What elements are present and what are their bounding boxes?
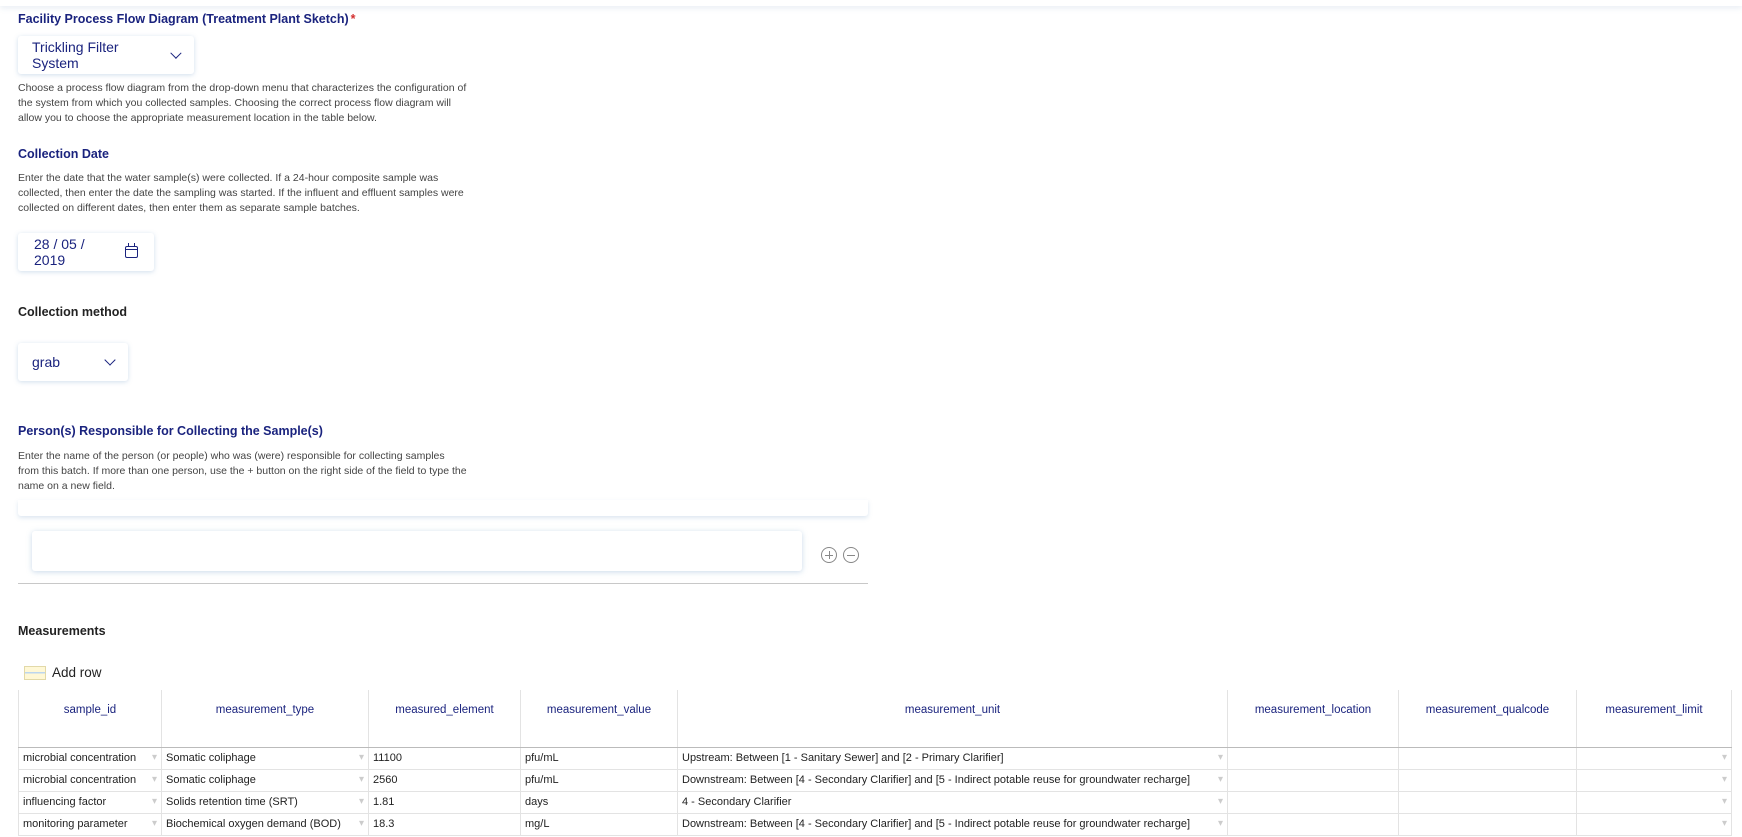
collection-date-label: Collection Date xyxy=(18,147,109,161)
cell-measurement-qualcode[interactable] xyxy=(1398,790,1577,814)
collection-date-help: Enter the date that the water sample(s) … xyxy=(18,172,464,214)
flow-diagram-select[interactable]: Trickling Filter System xyxy=(18,36,194,74)
chevron-down-icon xyxy=(104,354,116,366)
persons-panel xyxy=(18,500,868,584)
cell-measurement-value[interactable]: pfu/mL xyxy=(520,746,678,770)
required-mark: * xyxy=(350,12,356,26)
cell-measured-element[interactable]: 11100 xyxy=(368,746,521,770)
cell-measured-element[interactable]: 2560 xyxy=(368,768,521,792)
cell-measurement-location[interactable] xyxy=(1227,790,1399,814)
cell-measurement-value[interactable]: mg/L xyxy=(520,812,678,836)
remove-person-button[interactable] xyxy=(843,547,859,563)
cell-measurement-qualcode[interactable] xyxy=(1398,768,1577,792)
chevron-down-icon xyxy=(170,47,182,59)
cell-measurement-limit[interactable] xyxy=(1576,746,1732,770)
add-row-label: Add row xyxy=(52,665,102,680)
table-add-icon xyxy=(24,665,46,680)
column-header[interactable]: measurement_qualcode xyxy=(1398,690,1577,748)
cell-measurement-qualcode[interactable] xyxy=(1398,746,1577,770)
column-header[interactable]: measurement_value xyxy=(520,690,678,748)
column-header[interactable]: sample_id xyxy=(18,690,162,748)
cell-measurement-location[interactable] xyxy=(1227,746,1399,770)
persons-help: Enter the name of the person (or people)… xyxy=(18,450,467,492)
cell-measurement-location[interactable] xyxy=(1227,812,1399,836)
cell-measured-element[interactable]: 1.81 xyxy=(368,790,521,814)
cell-measured-element[interactable]: 18.3 xyxy=(368,812,521,836)
cell-measurement-type[interactable]: Solids retention time (SRT) xyxy=(161,790,369,814)
persons-label: Person(s) Responsible for Collecting the… xyxy=(18,424,323,438)
measurements-table: sample_id measurement_type measured_elem… xyxy=(18,690,1732,836)
cell-measurement-location[interactable] xyxy=(1227,768,1399,792)
collection-date-input[interactable]: 28 / 05 / 2019 xyxy=(18,233,154,271)
persons-panel-header xyxy=(18,500,868,516)
flow-diagram-selected: Trickling Filter System xyxy=(32,39,119,71)
table-row: influencing factor Solids retention time… xyxy=(18,790,1732,814)
cell-measurement-limit[interactable] xyxy=(1576,812,1732,836)
collection-method-selected: grab xyxy=(32,354,61,370)
cell-sample-id[interactable]: influencing factor xyxy=(18,790,162,814)
cell-measurement-limit[interactable] xyxy=(1576,768,1732,792)
cell-measurement-unit[interactable]: Downstream: Between [4 - Secondary Clari… xyxy=(677,812,1228,836)
calendar-icon[interactable] xyxy=(125,243,138,258)
collection-date-value: 28 / 05 / 2019 xyxy=(34,236,85,268)
cell-measurement-limit[interactable] xyxy=(1576,790,1732,814)
cell-sample-id[interactable]: microbial concentration xyxy=(18,746,162,770)
top-bar xyxy=(0,0,1742,6)
cell-measurement-value[interactable]: pfu/mL xyxy=(520,768,678,792)
flow-diagram-label: Facility Process Flow Diagram (Treatment… xyxy=(18,12,356,26)
cell-measurement-unit[interactable]: 4 - Secondary Clarifier xyxy=(677,790,1228,814)
collection-method-label: Collection method xyxy=(18,305,128,319)
add-person-button[interactable] xyxy=(821,547,837,563)
cell-measurement-type[interactable]: Somatic coliphage xyxy=(161,746,369,770)
table-row: monitoring parameter Biochemical oxygen … xyxy=(18,812,1732,836)
table-header-row: sample_id measurement_type measured_elem… xyxy=(18,690,1732,748)
column-header[interactable]: measured_element xyxy=(368,690,521,748)
cell-measurement-value[interactable]: days xyxy=(520,790,678,814)
collection-method-select[interactable]: grab xyxy=(18,343,128,381)
column-header[interactable]: measurement_unit xyxy=(677,690,1228,748)
column-header[interactable]: measurement_limit xyxy=(1576,690,1732,748)
flow-diagram-help: Choose a process flow diagram from the d… xyxy=(18,82,467,124)
cell-sample-id[interactable]: monitoring parameter xyxy=(18,812,162,836)
measurements-label: Measurements xyxy=(18,624,106,638)
cell-measurement-type[interactable]: Biochemical oxygen demand (BOD) xyxy=(161,812,369,836)
add-row-button[interactable]: Add row xyxy=(24,665,102,680)
cell-measurement-unit[interactable]: Upstream: Between [1 - Sanitary Sewer] a… xyxy=(677,746,1228,770)
cell-sample-id[interactable]: microbial concentration xyxy=(18,768,162,792)
cell-measurement-unit[interactable]: Downstream: Between [4 - Secondary Clari… xyxy=(677,768,1228,792)
table-row: microbial concentration Somatic coliphag… xyxy=(18,746,1732,770)
cell-measurement-type[interactable]: Somatic coliphage xyxy=(161,768,369,792)
person-name-input[interactable] xyxy=(32,531,802,571)
column-header[interactable]: measurement_type xyxy=(161,690,369,748)
table-row: microbial concentration Somatic coliphag… xyxy=(18,768,1732,792)
column-header[interactable]: measurement_location xyxy=(1227,690,1399,748)
cell-measurement-qualcode[interactable] xyxy=(1398,812,1577,836)
